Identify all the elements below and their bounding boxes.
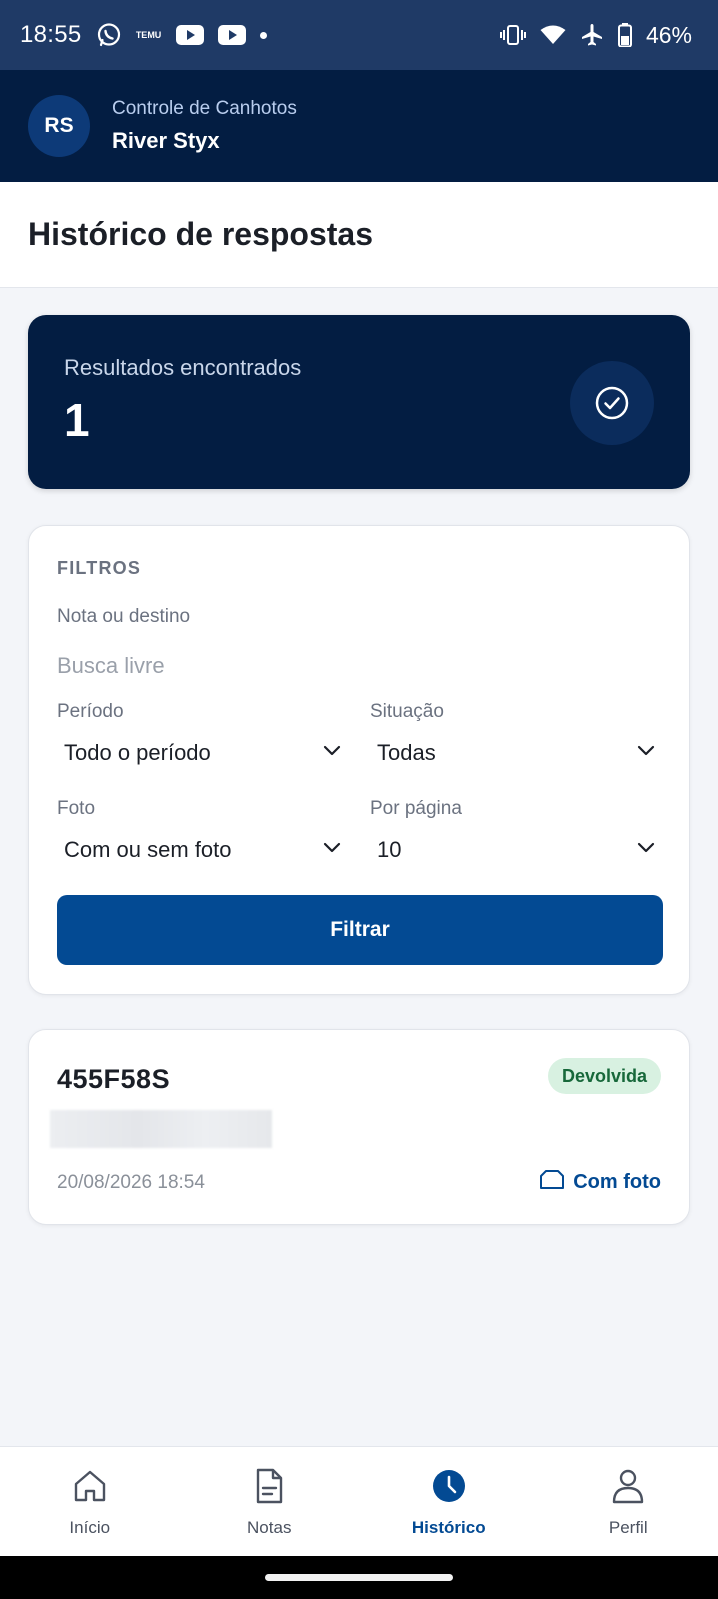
app-subtitle: Controle de Canhotos (112, 98, 297, 119)
battery-percent: 46% (645, 21, 692, 48)
status-time: 18:55 (20, 21, 82, 48)
header-texts: Controle de Canhotos River Styx (112, 98, 297, 154)
result-item[interactable]: 455F58S Devolvida 20/08/2026 18:54 Com f… (28, 1029, 690, 1225)
nav-item-historico[interactable]: Histórico (359, 1447, 539, 1556)
search-input[interactable] (57, 646, 657, 686)
photo-link-label: Com foto (573, 1170, 661, 1193)
photo-icon (539, 1168, 565, 1196)
user-name: River Styx (112, 128, 220, 153)
status-bar-right: 46% (499, 21, 692, 49)
nav-item-inicio[interactable]: Início (0, 1447, 180, 1556)
clock-icon (430, 1467, 468, 1510)
nav-label-notas: Notas (247, 1518, 292, 1537)
filters-card: FILTROS Nota ou destino Período Todo o p… (28, 525, 690, 995)
wifi-icon (540, 25, 566, 45)
period-select-value: Todo o período (64, 740, 211, 765)
airplane-icon (580, 23, 604, 47)
situation-select[interactable]: Todas (370, 731, 663, 775)
situation-select-value: Todas (377, 740, 436, 765)
home-gesture-handle[interactable] (265, 1574, 453, 1581)
per-page-select-value: 10 (377, 837, 402, 862)
search-label: Nota ou destino (57, 606, 191, 627)
invoice-code: 455F58S (57, 1064, 171, 1094)
whatsapp-icon (96, 22, 122, 48)
results-count: 1 (64, 394, 90, 446)
photo-select-value: Com ou sem foto (64, 837, 232, 862)
bottom-nav: Início Notas Histórico Perfil (0, 1446, 718, 1556)
page-title: Histórico de respostas (28, 216, 373, 252)
check-circle-icon (570, 361, 654, 445)
photo-link[interactable]: Com foto (539, 1168, 661, 1196)
status-bar-left: 18:55 TEMU (20, 21, 267, 49)
nav-label-perfil: Perfil (608, 1518, 648, 1537)
temu-icon: TEMU (135, 29, 162, 40)
filters-heading: FILTROS (57, 558, 142, 578)
notification-dot (259, 31, 267, 39)
youtube-icon (175, 25, 204, 45)
screen: 18:55 TEMU 46% RS Controle de Canhotos R… (0, 0, 718, 1599)
situation-label: Situação (370, 701, 444, 722)
results-summary-card: Resultados encontrados 1 (28, 315, 690, 489)
title-bar: Histórico de respostas (0, 182, 718, 288)
results-label: Resultados encontrados (64, 355, 302, 380)
youtube-icon (217, 25, 246, 45)
filter-button[interactable]: Filtrar (57, 895, 663, 965)
photo-select[interactable]: Com ou sem foto (57, 828, 349, 872)
nav-label-inicio: Início (69, 1518, 111, 1537)
nav-label-historico: Histórico (411, 1518, 486, 1537)
chevron-down-icon (637, 841, 655, 859)
per-page-select[interactable]: 10 (370, 828, 663, 872)
photo-label: Foto (57, 798, 96, 819)
per-page-label: Por página (370, 798, 462, 819)
period-select[interactable]: Todo o período (57, 731, 349, 775)
document-icon (250, 1467, 288, 1510)
gesture-bar (0, 1556, 718, 1599)
battery-icon (617, 23, 632, 47)
home-icon (71, 1467, 109, 1510)
redacted-destination (50, 1110, 272, 1148)
period-label: Período (57, 701, 124, 722)
chevron-down-icon (323, 841, 341, 859)
status-badge: Devolvida (547, 1058, 661, 1094)
nav-item-notas[interactable]: Notas (180, 1447, 360, 1556)
item-date: 20/08/2026 18:54 (57, 1172, 205, 1193)
chevron-down-icon (637, 744, 655, 762)
vibrate-icon (499, 24, 526, 46)
app-header: RS Controle de Canhotos River Styx (0, 70, 718, 182)
chevron-down-icon (323, 744, 341, 762)
status-bar: 18:55 TEMU 46% (0, 0, 718, 70)
avatar[interactable]: RS (28, 95, 90, 157)
nav-item-perfil[interactable]: Perfil (539, 1447, 718, 1556)
user-icon (609, 1467, 647, 1510)
